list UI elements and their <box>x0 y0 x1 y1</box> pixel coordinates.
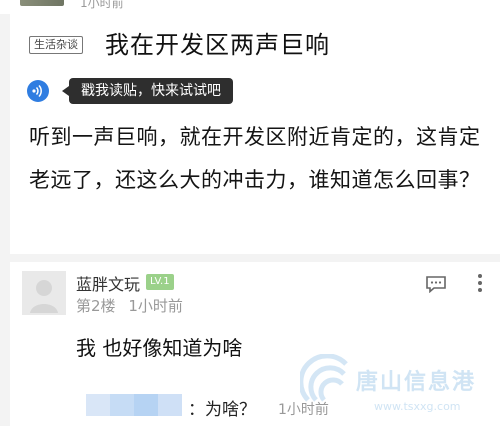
voice-read-icon[interactable] <box>27 80 49 102</box>
comment-username[interactable]: 蓝胖文玩 <box>76 271 140 295</box>
voice-waves-glyph <box>32 84 42 98</box>
sub-reply-username-blurred[interactable] <box>86 394 182 416</box>
comment-floor: 第2楼 <box>76 297 116 315</box>
default-avatar-icon[interactable] <box>22 271 66 315</box>
level-badge: LV.1 <box>146 274 174 290</box>
more-vertical-icon[interactable] <box>476 272 484 294</box>
sub-reply[interactable]: ：为啥？ 1小时前 <box>76 390 486 420</box>
comment-bubble-icon[interactable] <box>425 275 447 293</box>
post-card: 生活杂谈 我在开发区两声巨响 戳我读贴，快来试试吧 听到一声巨响，就在开发区附近… <box>10 14 500 254</box>
thread-page: 1小时前 生活杂谈 我在开发区两声巨响 戳我读贴，快来试试吧 听到一声巨响，就在… <box>0 0 500 426</box>
sub-reply-time: 1小时前 <box>278 402 329 418</box>
avatar-silhouette <box>22 271 66 315</box>
sub-reply-text: ：为啥？ <box>188 400 256 420</box>
read-aloud-tooltip[interactable]: 戳我读贴，快来试试吧 <box>62 78 233 104</box>
comment-time: 1小时前 <box>128 297 183 315</box>
post-title: 我在开发区两声巨响 <box>105 31 330 59</box>
post-body: 听到一声巨响，就在开发区附近肯定的，这肯定老远了，还这么大的冲击力，谁知道怎么回… <box>29 125 481 192</box>
category-tag[interactable]: 生活杂谈 <box>29 36 83 54</box>
previous-user-avatar[interactable] <box>20 0 64 6</box>
comment-text: 我 也好像知道为啥 <box>76 336 243 360</box>
previous-post-time: 1小时前 <box>80 0 124 10</box>
previous-post-header: 1小时前 <box>0 0 500 14</box>
comment-meta: 第2楼 1小时前 <box>76 295 183 316</box>
comment-card: 蓝胖文玩 LV.1 第2楼 1小时前 我 也好像知道为啥 ：为啥？ 1小时前 <box>10 262 500 426</box>
